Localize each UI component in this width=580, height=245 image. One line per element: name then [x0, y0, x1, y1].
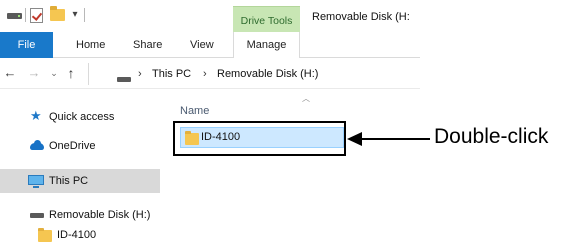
new-folder-icon[interactable] [50, 6, 65, 21]
nav-item-this-pc[interactable]: This PC [0, 169, 160, 193]
navigation-pane: ★ Quick access OneDrive This PC Removabl… [0, 89, 160, 245]
breadcrumb-chevron-icon[interactable]: › [138, 68, 142, 80]
drive-icon [117, 77, 131, 82]
column-header-name[interactable]: Name [180, 105, 209, 117]
nav-item-id-4100[interactable]: ID-4100 [0, 226, 160, 245]
tab-view[interactable]: View [190, 39, 214, 51]
nav-item-onedrive[interactable]: OneDrive [0, 134, 160, 158]
arrow-line [360, 138, 430, 140]
window-title: Removable Disk (H: [312, 11, 410, 23]
tab-home[interactable]: Home [76, 39, 105, 51]
forward-arrow-icon[interactable]: → [27, 66, 41, 80]
customize-quick-access-dropdown-icon[interactable]: ▾ [70, 9, 80, 21]
back-arrow-icon[interactable]: ← [3, 66, 17, 80]
address-row: ← → ⌄ ↑ › This PC › Removable Disk (H:) [0, 59, 420, 89]
properties-check-icon[interactable] [30, 8, 43, 23]
up-arrow-icon[interactable]: ↑ [64, 66, 78, 80]
file-list-pane: ︿ Name ID-4100 [160, 89, 420, 245]
cloud-icon [30, 140, 44, 150]
tab-file-label: File [17, 39, 36, 51]
computer-icon [28, 175, 44, 188]
drive-icon[interactable] [7, 13, 22, 19]
drive-icon [30, 213, 44, 218]
breadcrumb-removable-disk[interactable]: Removable Disk (H:) [217, 68, 318, 80]
nav-item-label: Removable Disk (H:) [49, 209, 151, 221]
drive-tools-label: Drive Tools [240, 15, 293, 27]
nav-item-label: OneDrive [49, 140, 96, 152]
sort-up-icon: ︿ [302, 94, 310, 103]
nav-item-label: Quick access [49, 111, 115, 123]
folder-icon [38, 228, 52, 242]
address-bar[interactable]: › This PC › Removable Disk (H:) [88, 63, 420, 85]
breadcrumb-this-pc[interactable]: This PC [152, 68, 191, 80]
tab-share[interactable]: Share [133, 39, 162, 51]
tab-manage-label: Manage [246, 39, 287, 51]
recent-locations-chevron-icon[interactable]: ⌄ [47, 66, 61, 80]
annotation-label: Double-click [434, 125, 549, 148]
highlight-box [173, 121, 346, 156]
nav-item-label: This PC [49, 175, 89, 187]
star-icon: ★ [30, 108, 42, 123]
nav-item-removable-disk[interactable]: Removable Disk (H:) [0, 203, 160, 227]
drive-tools-tab-group: Drive Tools [233, 6, 300, 32]
nav-item-label: ID-4100 [57, 229, 97, 241]
tab-file[interactable]: File [0, 32, 53, 58]
toolbar-divider [25, 8, 26, 22]
ribbon-tabs: File Home Share View Manage [0, 32, 420, 58]
tab-manage[interactable]: Manage [233, 32, 300, 58]
nav-item-quick-access[interactable]: ★ Quick access [0, 105, 160, 129]
breadcrumb-chevron-icon[interactable]: › [203, 68, 207, 80]
toolbar-divider [84, 8, 85, 22]
title-bar: ▾ Drive Tools Removable Disk (H: [0, 0, 420, 32]
